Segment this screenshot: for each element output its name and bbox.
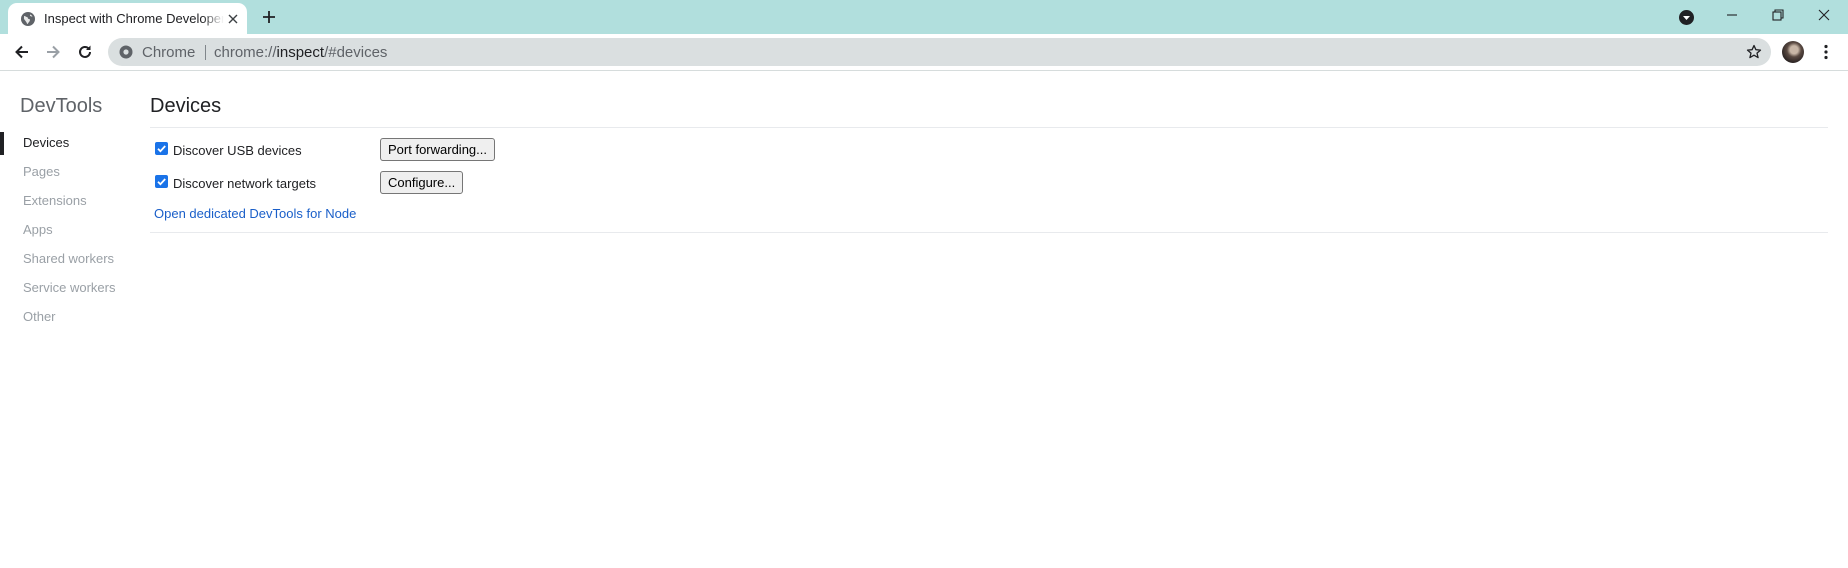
restore-icon[interactable] (1755, 0, 1801, 30)
sidebar-item-devices[interactable]: Devices (23, 135, 69, 151)
sidebar-item-shared-workers[interactable]: Shared workers (23, 251, 114, 267)
kebab-menu-icon[interactable] (1816, 42, 1836, 62)
reload-icon[interactable] (73, 40, 97, 64)
forward-arrow-icon[interactable] (41, 40, 65, 64)
header-divider (150, 127, 1828, 128)
tab-strip: Inspect with Chrome Developer Tools (0, 0, 1848, 34)
configure-button[interactable]: Configure... (380, 171, 464, 194)
globe-icon (20, 11, 36, 27)
discover-network-label: Discover network targets (173, 176, 317, 191)
plus-icon[interactable] (259, 7, 279, 27)
open-node-devtools-link[interactable]: Open dedicated DevTools for Node (154, 206, 356, 222)
tab-title: Inspect with Chrome Developer Tools (44, 11, 224, 26)
back-arrow-icon[interactable] (10, 40, 34, 64)
sidebar-item-other[interactable]: Other (23, 309, 56, 325)
section-title: Devices (150, 95, 222, 117)
minimize-icon[interactable] (1709, 0, 1755, 30)
sidebar-item-pages[interactable]: Pages (23, 164, 60, 180)
discover-usb-checkbox[interactable] (155, 142, 168, 155)
sidebar-item-service-workers[interactable]: Service workers (23, 280, 115, 296)
close-icon[interactable] (225, 11, 241, 27)
url-path: /#devices (324, 44, 388, 61)
address-bar[interactable]: Chrome chrome://inspect/#devices (108, 38, 1771, 66)
discover-network-checkbox[interactable] (155, 175, 168, 188)
chrome-page-icon (119, 45, 133, 59)
port-forwarding-button[interactable]: Port forwarding... (380, 138, 495, 161)
profile-avatar[interactable] (1782, 41, 1804, 63)
url-scheme: chrome:// (214, 44, 277, 61)
section-divider (150, 232, 1828, 233)
browser-tab[interactable]: Inspect with Chrome Developer Tools (8, 3, 247, 34)
close-window-icon[interactable] (1801, 0, 1847, 30)
discover-usb-label: Discover USB devices (173, 143, 302, 158)
sidebar-title: DevTools (20, 95, 103, 117)
sidebar-item-apps[interactable]: Apps (23, 222, 53, 238)
url-text[interactable]: chrome://inspect/#devices (214, 44, 387, 61)
browser-toolbar: Chrome chrome://inspect/#devices (0, 34, 1848, 71)
sidebar-item-extensions[interactable]: Extensions (23, 193, 87, 209)
tab-search-icon[interactable] (1678, 9, 1695, 26)
url-host: inspect (276, 44, 325, 61)
omnibox-separator (205, 45, 206, 60)
site-chip: Chrome (142, 44, 196, 61)
selected-indicator (0, 132, 4, 155)
star-icon[interactable] (1746, 44, 1762, 60)
